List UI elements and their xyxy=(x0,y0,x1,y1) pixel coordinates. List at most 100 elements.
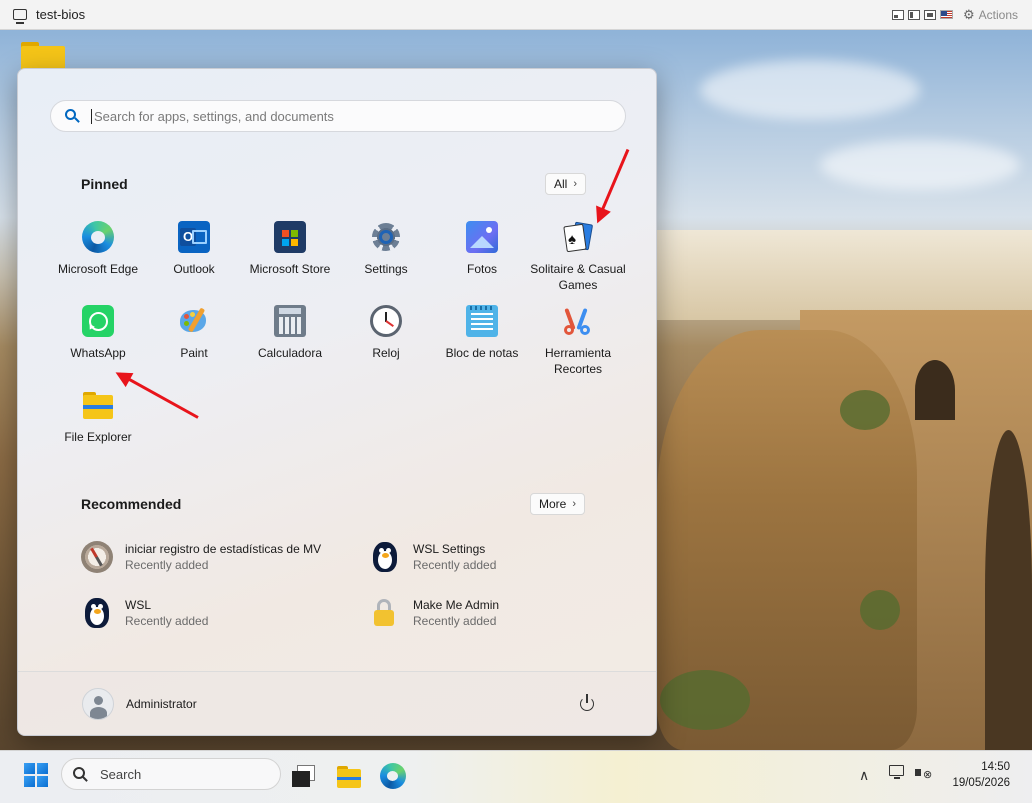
pinned-app-paint[interactable]: Paint xyxy=(146,303,242,383)
start-search-input[interactable] xyxy=(91,108,591,124)
view-mode-icon[interactable] xyxy=(891,9,904,20)
paint-palette-icon xyxy=(178,305,210,337)
pinned-app-label: Solitaire & Casual Games xyxy=(530,262,626,292)
volume-muted-icon[interactable]: ⊗ xyxy=(915,765,933,781)
solitaire-icon: ♠ xyxy=(562,221,594,253)
recommended-section-title: Recommended xyxy=(81,496,182,512)
pinned-app-microsoft-edge[interactable]: Microsoft Edge xyxy=(50,219,146,299)
wallpaper-town xyxy=(657,230,1032,320)
recommended-item-name: Make Me Admin xyxy=(413,598,500,612)
more-button[interactable]: More › xyxy=(530,493,586,515)
search-icon xyxy=(73,766,88,782)
calculator-icon xyxy=(274,305,306,337)
clock-time: 14:50 xyxy=(981,761,1010,773)
taskbar-search-label: Search xyxy=(100,766,142,782)
taskbar-edge[interactable] xyxy=(380,763,406,789)
pinned-app-outlook[interactable]: Outlook xyxy=(146,219,242,299)
recommended-item-name: WSL xyxy=(125,598,152,612)
pinned-app-bloc-de-notas[interactable]: Bloc de notas xyxy=(434,303,530,383)
wallpaper-shrub xyxy=(660,670,750,730)
user-name[interactable]: Administrator xyxy=(126,697,197,711)
lock-icon xyxy=(369,597,401,629)
start-search-box[interactable] xyxy=(50,100,626,132)
chevron-right-icon: › xyxy=(573,178,578,190)
clock-icon xyxy=(370,305,402,337)
pinned-app-whatsapp[interactable]: WhatsApp xyxy=(50,303,146,383)
pinned-app-file-explorer[interactable]: File Explorer xyxy=(50,387,146,467)
pinned-app-microsoft-store[interactable]: Microsoft Store xyxy=(242,219,338,299)
penguin-icon xyxy=(369,541,401,573)
more-label: More xyxy=(539,497,567,511)
compass-icon xyxy=(81,541,113,573)
recommended-item-subtitle: Recently added xyxy=(125,558,209,572)
pinned-app-solitaire[interactable]: ♠ Solitaire & Casual Games xyxy=(530,219,626,299)
fullscreen-icon[interactable] xyxy=(923,9,936,20)
pinned-app-label: Outlook xyxy=(173,262,215,276)
actions-menu[interactable]: ⚙ Actions xyxy=(963,7,1018,23)
chevron-up-icon[interactable]: ∧ xyxy=(859,767,869,784)
recommended-item-subtitle: Recently added xyxy=(125,614,209,628)
avatar[interactable] xyxy=(82,688,114,720)
pinned-app-settings[interactable]: Settings xyxy=(338,219,434,299)
monitor-icon xyxy=(13,9,27,24)
wallpaper-shrub xyxy=(840,390,890,430)
taskbar-clock[interactable]: 14:50 19/05/2026 xyxy=(952,759,1010,791)
chevron-right-icon: › xyxy=(572,498,577,510)
store-icon xyxy=(274,221,306,253)
snipping-tool-icon xyxy=(562,305,594,337)
pinned-app-label: Microsoft Store xyxy=(249,262,331,276)
pinned-app-label: Bloc de notas xyxy=(445,346,519,360)
pinned-app-label: WhatsApp xyxy=(70,346,126,360)
split-view-icon[interactable] xyxy=(907,9,920,20)
pinned-app-label: Fotos xyxy=(466,262,497,276)
network-icon[interactable] xyxy=(889,765,907,781)
gear-icon: ⚙ xyxy=(962,6,975,22)
pinned-app-reloj[interactable]: Reloj xyxy=(338,303,434,383)
task-view-button[interactable] xyxy=(291,763,317,789)
pinned-app-label: Microsoft Edge xyxy=(57,262,139,276)
notepad-icon xyxy=(466,305,498,337)
pinned-app-fotos[interactable]: Fotos xyxy=(434,219,530,299)
start-menu-footer: Administrator xyxy=(18,671,656,735)
pinned-app-label: Paint xyxy=(180,346,208,360)
recommended-item[interactable]: WSL Recently added xyxy=(81,593,361,633)
start-menu: Pinned All › Microsoft Edge Outlook Micr… xyxy=(17,68,657,736)
power-button[interactable] xyxy=(578,694,596,712)
recommended-item-name: iniciar registro de estadísticas de MV xyxy=(125,542,322,556)
taskbar-file-explorer[interactable] xyxy=(336,763,362,789)
pinned-app-calculadora[interactable]: Calculadora xyxy=(242,303,338,383)
start-button[interactable] xyxy=(24,763,50,789)
window-title: test-bios xyxy=(36,7,86,22)
taskbar: Search ∧ ⊗ 14:50 19/05/2026 xyxy=(0,750,1032,803)
pinned-app-label: Herramienta Recortes xyxy=(544,346,612,376)
vm-toolbar: ⚙ Actions xyxy=(891,7,1018,23)
pinned-app-label: Settings xyxy=(364,262,408,276)
vm-window-titlebar: test-bios ⚙ Actions xyxy=(0,0,1032,30)
folder-icon xyxy=(82,389,114,421)
recommended-item-name: WSL Settings xyxy=(413,542,486,556)
wallpaper-bridge-arch xyxy=(915,360,955,420)
wallpaper-cloud xyxy=(820,140,1020,190)
recommended-item[interactable]: Make Me Admin Recently added xyxy=(369,593,649,633)
outlook-icon xyxy=(178,221,210,253)
photos-icon xyxy=(466,221,498,253)
keyboard-language-flag-icon[interactable] xyxy=(939,10,953,19)
recommended-item[interactable]: WSL Settings Recently added xyxy=(369,537,649,577)
search-icon xyxy=(65,109,80,123)
pinned-app-herramienta-recortes[interactable]: Herramienta Recortes xyxy=(530,303,626,383)
pinned-app-label: File Explorer xyxy=(64,430,132,444)
recommended-item[interactable]: iniciar registro de estadísticas de MV R… xyxy=(81,537,361,577)
gear-icon xyxy=(370,221,402,253)
edge-icon xyxy=(82,221,114,253)
recommended-item-subtitle: Recently added xyxy=(413,614,497,628)
pinned-app-label: Calculadora xyxy=(257,346,323,360)
whatsapp-icon xyxy=(82,305,114,337)
wallpaper-shrub xyxy=(860,590,900,630)
penguin-icon xyxy=(81,597,113,629)
actions-label: Actions xyxy=(978,7,1018,22)
taskbar-search[interactable]: Search xyxy=(61,758,281,790)
all-apps-label: All xyxy=(554,177,568,191)
clock-date: 19/05/2026 xyxy=(952,777,1010,789)
pinned-app-label: Reloj xyxy=(372,346,400,360)
all-apps-button[interactable]: All › xyxy=(545,173,587,195)
